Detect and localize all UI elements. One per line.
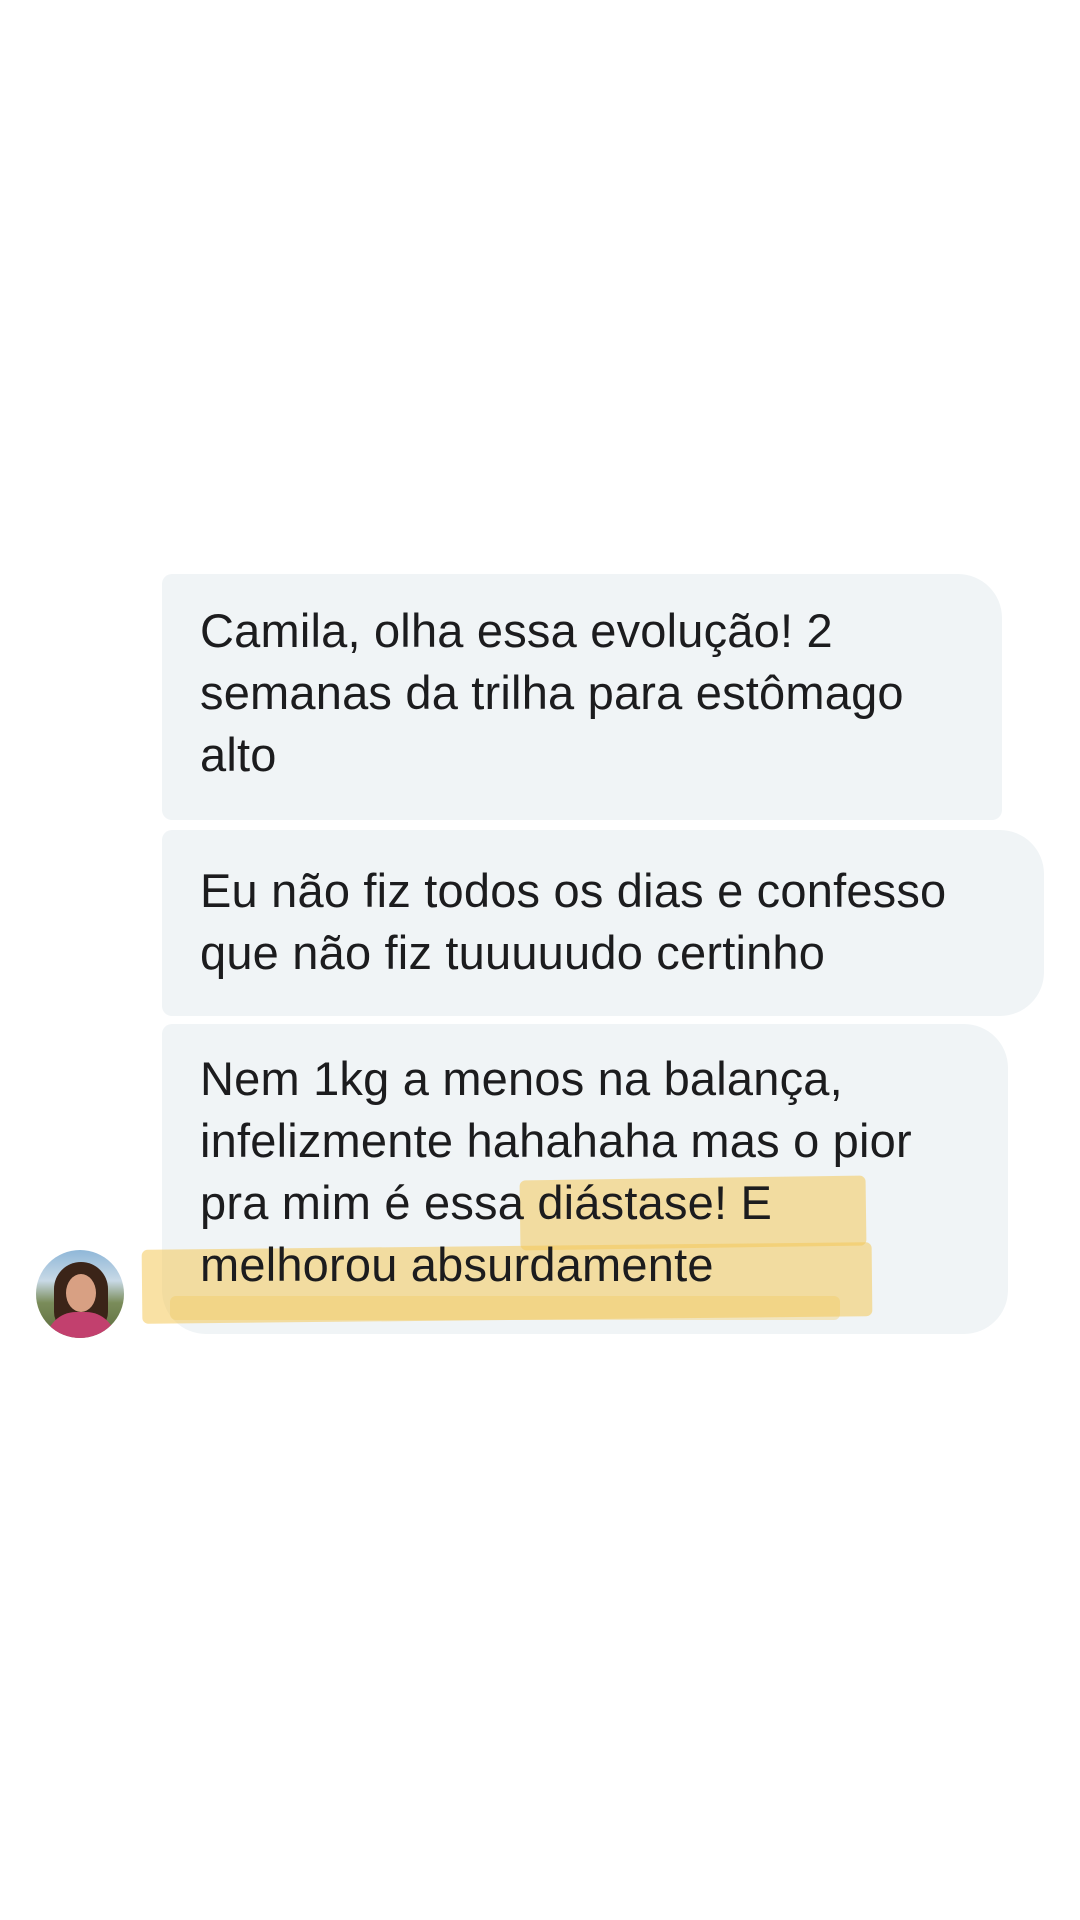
message-bubble[interactable]: Camila, olha essa evolução! 2 semanas da… [162,574,1002,820]
message-bubble[interactable]: Nem 1kg a menos na balança, infelizmente… [162,1024,1008,1334]
message-text-line: pra mim é essa diástase! E [200,1176,773,1229]
message-text-line: melhorou absurdamente [200,1238,714,1291]
message-text-line: infelizmente hahahaha mas o pior [200,1114,912,1167]
marker-highlight [170,1296,840,1320]
message-text-line: Camila, olha essa evolução! 2 [200,604,833,657]
sender-avatar[interactable] [36,1250,124,1338]
avatar-face [66,1274,96,1312]
message-text-line: que não fiz tuuuuudo certinho [200,926,826,979]
chat-thread: Camila, olha essa evolução! 2 semanas da… [0,0,1080,1920]
message-bubble[interactable]: Eu não fiz todos os dias e confesso que … [162,830,1044,1016]
message-text-line: Eu não fiz todos os dias e confesso [200,864,947,917]
message-text-line: semanas da trilha para estômago [200,666,904,719]
message-text-line: alto [200,728,277,781]
message-text-line: Nem 1kg a menos na balança, [200,1052,843,1105]
